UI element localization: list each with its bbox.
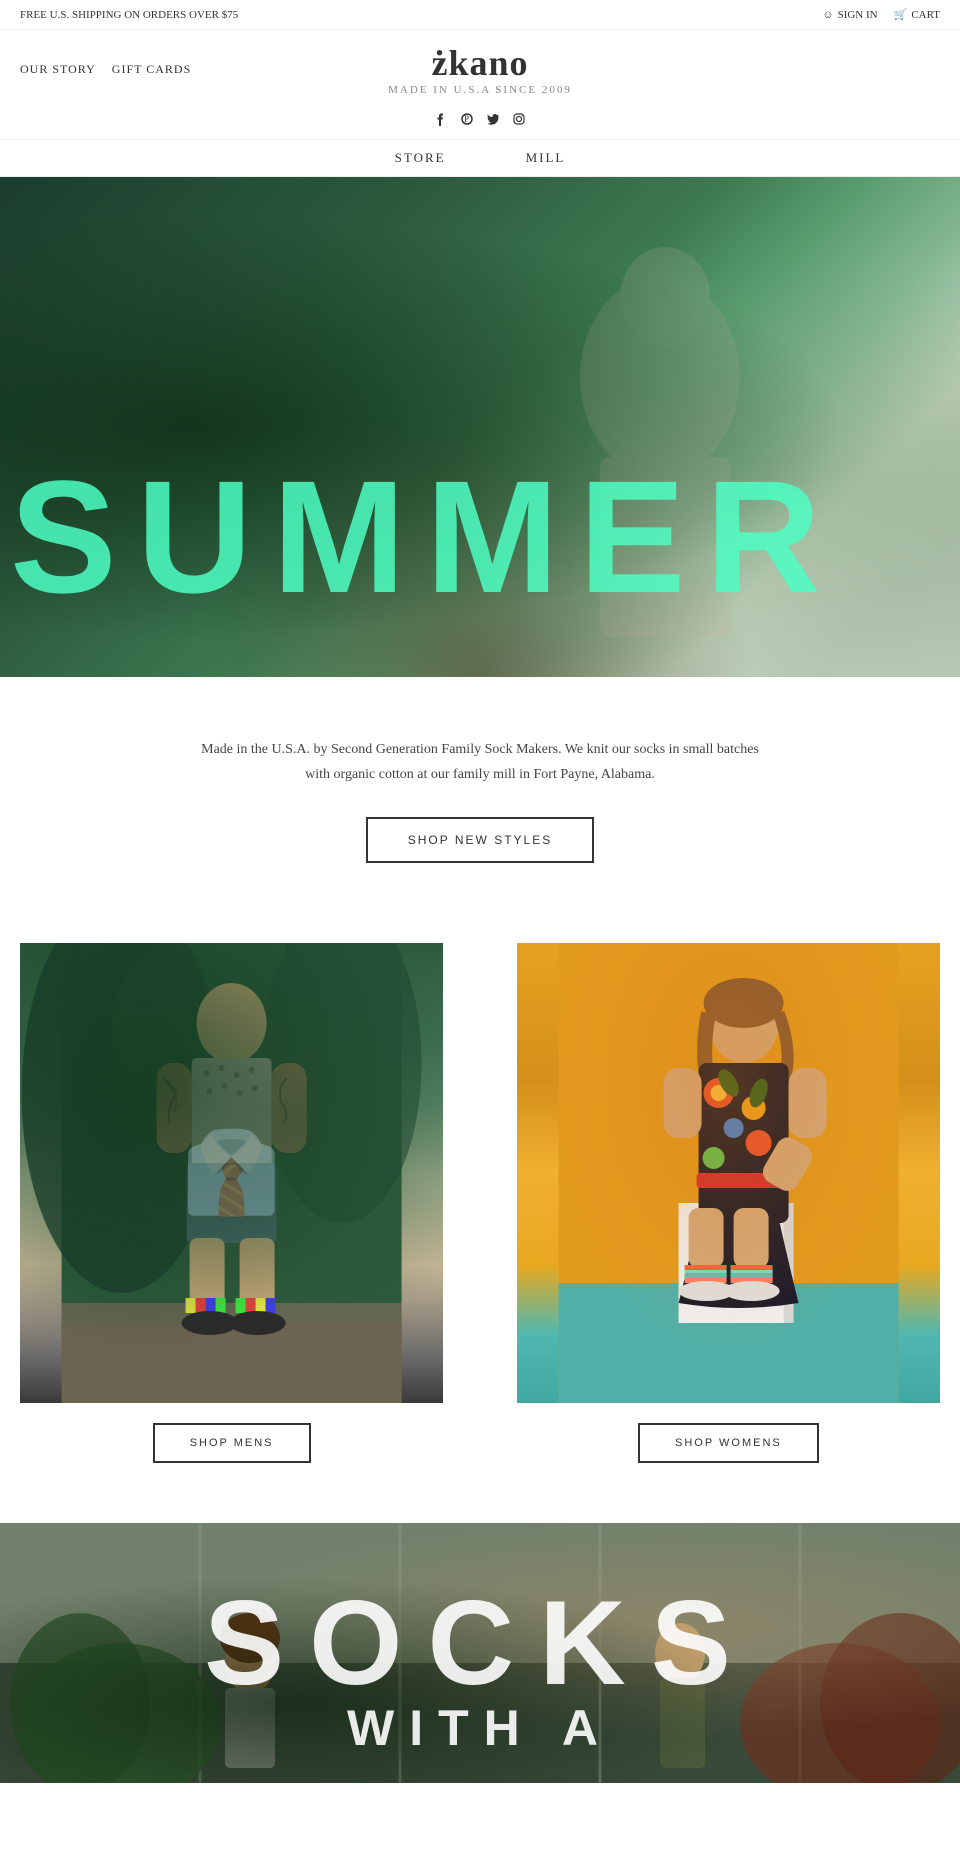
products-section: SHOP MENS [0,903,960,1483]
hero-text: SUMMER [0,457,960,617]
mens-illustration [20,943,443,1403]
bottom-banner: SOCKS WITH A [0,1523,960,1783]
facebook-icon[interactable] [434,112,448,131]
info-description: Made in the U.S.A. by Second Generation … [200,737,760,787]
main-header: OUR STORY GIFT CARDS żkano Made in U.S.A… [0,30,960,108]
cart-link[interactable]: 🛒 CART [894,8,940,21]
main-nav: STORE MILL [0,139,960,177]
mens-product-image [20,943,443,1403]
womens-illustration [517,943,940,1403]
bottom-banner-text: SOCKS WITH A [0,1583,960,1753]
logo-tagline: Made in U.S.A Since 2009 [388,84,572,96]
gift-cards-link[interactable]: GIFT CARDS [112,62,191,77]
our-story-link[interactable]: OUR STORY [20,62,96,77]
top-bar-actions: ☺ SIGN IN 🛒 CART [822,8,940,21]
shipping-notice: FREE U.S. SHIPPING ON ORDERS OVER $75 [20,9,238,21]
socks-text: SOCKS [40,1583,920,1703]
signin-link[interactable]: ☺ SIGN IN [822,9,877,21]
shop-btn-wrapper: SHOP NEW STYLES [200,817,760,863]
cart-icon: 🛒 [894,8,908,21]
hero-section: SUMMER [0,177,960,677]
pinterest-icon[interactable]: P [460,112,474,131]
social-row: P [0,108,960,139]
logo-area: żkano Made in U.S.A Since 2009 [388,42,572,96]
store-nav-link[interactable]: STORE [395,150,446,166]
womens-product-col: SHOP WOMENS [517,943,940,1463]
info-section: Made in the U.S.A. by Second Generation … [0,677,960,903]
womens-product-image [517,943,940,1403]
logo: żkano [388,42,572,84]
twitter-icon[interactable] [486,112,500,131]
mens-product-col: SHOP MENS [20,943,443,1463]
mill-nav-link[interactable]: MILL [526,150,566,166]
shop-new-styles-button[interactable]: SHOP NEW STYLES [366,817,594,863]
header-nav-left: OUR STORY GIFT CARDS [20,62,191,77]
with-a-text: WITH A [40,1703,920,1753]
shop-womens-button[interactable]: SHOP WOMENS [638,1423,819,1463]
user-icon: ☺ [822,9,833,21]
instagram-icon[interactable] [512,112,526,131]
top-bar: FREE U.S. SHIPPING ON ORDERS OVER $75 ☺ … [0,0,960,30]
shop-mens-button[interactable]: SHOP MENS [153,1423,311,1463]
svg-text:P: P [464,114,469,124]
